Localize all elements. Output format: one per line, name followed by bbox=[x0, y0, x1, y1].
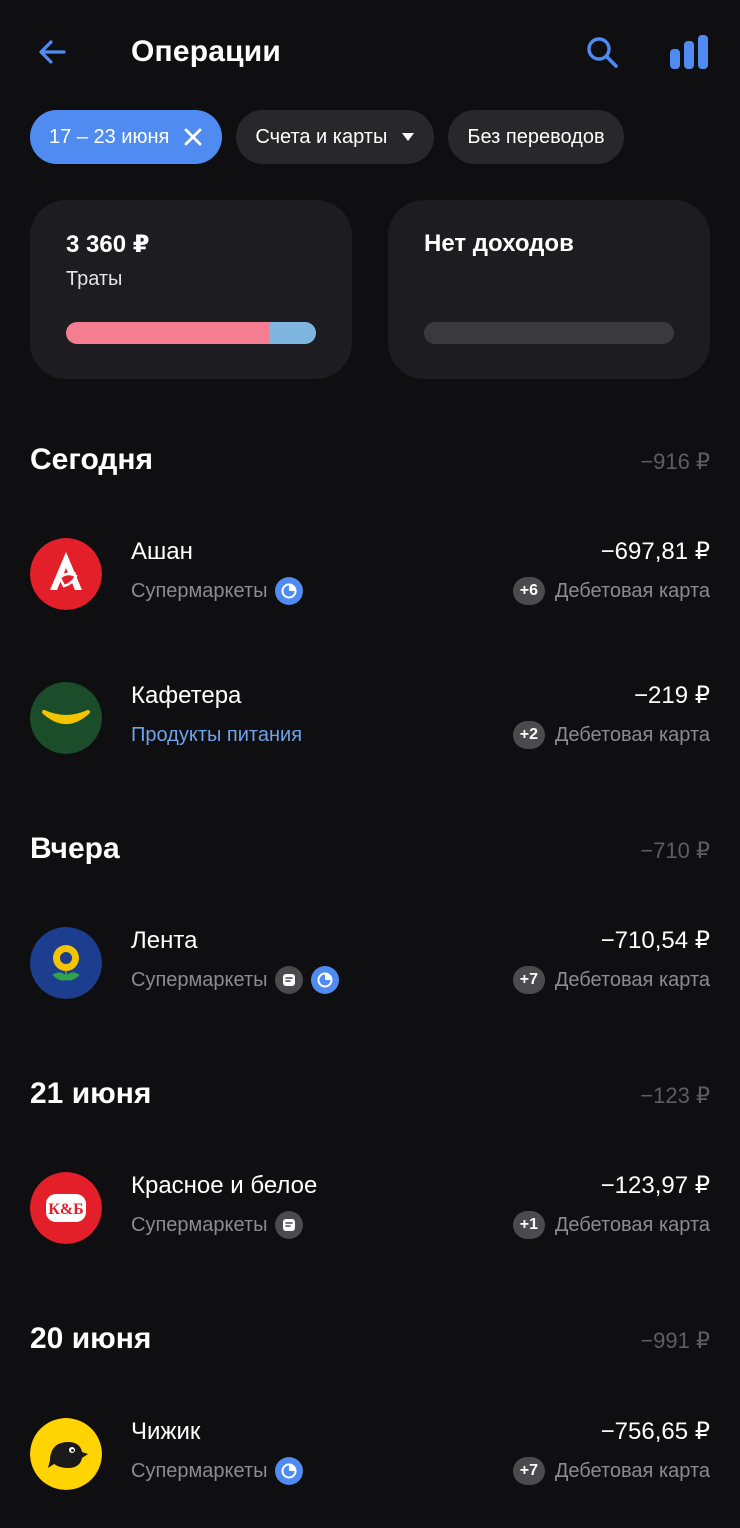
account-row: +6 Дебетовая карта bbox=[512, 575, 710, 607]
category-row: Продукты питания bbox=[131, 719, 302, 751]
category-label: Супермаркеты bbox=[131, 1214, 268, 1236]
receipt-icon bbox=[275, 966, 304, 994]
expenses-card[interactable]: 3 360 ₽ Траты bbox=[30, 200, 352, 379]
expenses-bar-secondary bbox=[268, 322, 316, 344]
transaction-lenta[interactable]: Лента Супермаркеты −710,54 ₽ +7 Дебетова… bbox=[30, 927, 710, 999]
top-bar: Операции bbox=[0, 0, 740, 104]
expenses-amount: 3 360 ₽ bbox=[66, 231, 150, 258]
period-filter-chip[interactable]: 17 – 23 июня bbox=[30, 110, 223, 164]
bar-chart-icon bbox=[670, 35, 708, 69]
extra-count-badge: +7 bbox=[512, 966, 545, 994]
merchant-name: Ашан bbox=[131, 538, 193, 565]
close-icon[interactable] bbox=[183, 127, 203, 147]
category-row: Супермаркеты bbox=[131, 575, 304, 607]
pie-chart-icon bbox=[275, 577, 304, 605]
category-row: Супермаркеты bbox=[131, 964, 340, 996]
category-row: Супермаркеты bbox=[131, 1209, 304, 1241]
merchant-name: Чижик bbox=[131, 1418, 201, 1445]
category-row: Супермаркеты bbox=[131, 1455, 304, 1487]
category-label: Супермаркеты bbox=[131, 580, 268, 602]
pie-chart-icon bbox=[275, 1457, 304, 1485]
section-header-today: Сегодня −916 ₽ bbox=[30, 438, 710, 482]
account-row: +7 Дебетовая карта bbox=[512, 964, 710, 996]
account-label: Дебетовая карта bbox=[554, 968, 710, 991]
transaction-kafetera[interactable]: Кафетера Продукты питания −219 ₽ +2 Дебе… bbox=[30, 682, 710, 754]
account-label: Дебетовая карта bbox=[554, 1213, 710, 1236]
merchant-name: Красное и белое bbox=[131, 1172, 318, 1199]
section-header-june-20: 20 июня −991 ₽ bbox=[30, 1317, 710, 1361]
transaction-amount: −123,97 ₽ bbox=[600, 1172, 710, 1199]
transfers-filter-chip[interactable]: Без переводов bbox=[448, 110, 624, 164]
expenses-label: Траты bbox=[66, 268, 123, 290]
auchan-logo bbox=[30, 538, 102, 610]
accounts-filter-chip[interactable]: Счета и карты bbox=[236, 110, 435, 164]
transaction-amount: −756,65 ₽ bbox=[600, 1418, 710, 1445]
pie-chart-icon bbox=[311, 966, 340, 994]
transaction-amount: −219 ₽ bbox=[634, 682, 710, 709]
section-title: 20 июня bbox=[30, 1322, 152, 1355]
extra-count-badge: +7 bbox=[512, 1457, 545, 1485]
merchant-name: Кафетера bbox=[131, 682, 242, 709]
kafetera-logo bbox=[30, 682, 102, 754]
transfers-filter-label: Без переводов bbox=[467, 125, 605, 148]
page-title: Операции bbox=[131, 35, 282, 68]
merchant-name: Лента bbox=[131, 927, 198, 954]
section-total: −991 ₽ bbox=[640, 1328, 710, 1353]
logo-text: К&Б bbox=[48, 1201, 84, 1218]
extra-count-badge: +2 bbox=[512, 721, 545, 749]
section-title: Вчера bbox=[30, 832, 120, 865]
account-label: Дебетовая карта bbox=[554, 579, 710, 602]
krasnoe-beloe-logo: К&Б bbox=[30, 1172, 102, 1244]
search-button[interactable] bbox=[580, 30, 624, 74]
section-title: 21 июня bbox=[30, 1077, 152, 1110]
section-header-yesterday: Вчера −710 ₽ bbox=[30, 827, 710, 871]
arrow-left-icon bbox=[39, 40, 66, 64]
search-icon bbox=[587, 37, 618, 68]
section-total: −123 ₽ bbox=[640, 1083, 710, 1108]
category-link[interactable]: Продукты питания bbox=[131, 719, 302, 751]
category-label: Супермаркеты bbox=[131, 1460, 268, 1482]
transaction-auchan[interactable]: Ашан Супермаркеты −697,81 ₽ +6 Дебетовая… bbox=[30, 538, 710, 610]
statistics-button[interactable] bbox=[666, 30, 712, 74]
income-label: Нет доходов bbox=[424, 230, 574, 257]
account-row: +7 Дебетовая карта bbox=[512, 1455, 710, 1487]
account-label: Дебетовая карта bbox=[554, 723, 710, 746]
transaction-amount: −697,81 ₽ bbox=[600, 538, 710, 565]
category-label: Супермаркеты bbox=[131, 969, 268, 991]
caret-down-icon bbox=[401, 132, 415, 142]
period-filter-label: 17 – 23 июня bbox=[49, 125, 170, 148]
transaction-amount: −710,54 ₽ bbox=[600, 927, 710, 954]
section-total: −916 ₽ bbox=[640, 449, 710, 474]
section-header-june-21: 21 июня −123 ₽ bbox=[30, 1072, 710, 1116]
transaction-chizhik[interactable]: Чижик Супермаркеты −756,65 ₽ +7 Дебетова… bbox=[30, 1418, 710, 1490]
account-row: +2 Дебетовая карта bbox=[512, 719, 710, 751]
extra-count-badge: +1 bbox=[512, 1211, 545, 1239]
income-bar bbox=[424, 322, 674, 344]
back-button[interactable] bbox=[30, 30, 74, 74]
accounts-filter-label: Счета и карты bbox=[255, 125, 388, 148]
expenses-bar bbox=[66, 322, 316, 344]
account-row: +1 Дебетовая карта bbox=[512, 1209, 710, 1241]
receipt-icon bbox=[275, 1211, 304, 1239]
transaction-krasnoe-beloe[interactable]: К&Б Красное и белое Супермаркеты −123,97… bbox=[30, 1172, 710, 1244]
extra-count-badge: +6 bbox=[512, 577, 545, 605]
expenses-bar-primary bbox=[66, 322, 269, 344]
account-label: Дебетовая карта bbox=[554, 1459, 710, 1482]
filter-chips: 17 – 23 июня Счета и карты Без переводов bbox=[30, 110, 624, 164]
section-total: −710 ₽ bbox=[640, 838, 710, 863]
lenta-logo bbox=[30, 927, 102, 999]
income-card[interactable]: Нет доходов bbox=[388, 200, 710, 379]
chizhik-logo bbox=[30, 1418, 102, 1490]
section-title: Сегодня bbox=[30, 443, 154, 476]
